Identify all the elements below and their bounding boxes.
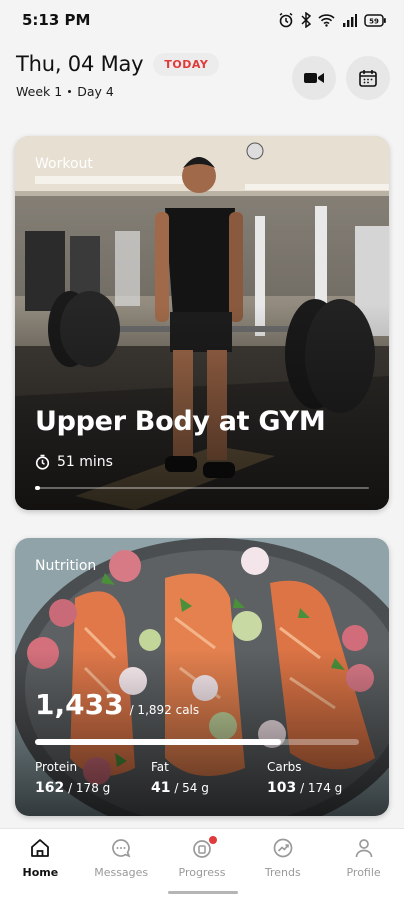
notification-dot: [208, 836, 217, 844]
nav-label: Profile: [346, 866, 381, 879]
macro-value-row: 41 / 54 g: [151, 780, 209, 796]
today-badge[interactable]: TODAY: [153, 52, 220, 76]
nav-label: Messages: [94, 866, 149, 879]
status-bar: 5:13 PM 59: [0, 0, 404, 40]
status-time: 5:13 PM: [22, 11, 91, 29]
calories-consumed: 1,433: [35, 688, 124, 721]
nav-label: Trends: [264, 866, 301, 879]
macro-carbs: Carbs 103 / 174 g: [267, 760, 342, 796]
header: Thu, 04 May TODAY Week 1 Day 4: [16, 52, 390, 104]
stopwatch-icon: [35, 454, 50, 470]
alarm-icon: [279, 12, 293, 28]
calendar-icon: [359, 70, 377, 87]
macro-name: Fat: [151, 760, 169, 774]
bluetooth-icon: [301, 12, 311, 28]
nav-trends[interactable]: Trends: [248, 837, 318, 900]
macro-value-row: 162 / 178 g: [35, 780, 110, 796]
nutrition-card[interactable]: Nutrition 1,433 / 1,892 cals Protein 162…: [15, 538, 389, 816]
video-camera-icon: [304, 73, 324, 83]
macro-fat: Fat 41 / 54 g: [151, 760, 209, 796]
macro-name: Protein: [35, 760, 78, 774]
trends-icon: [273, 838, 293, 858]
macro-value: 162: [35, 780, 65, 796]
macro-value: 103: [267, 780, 297, 796]
bottom-navigation: Home Messages Progress Trends Profile: [0, 828, 404, 900]
signal-icon: [343, 13, 357, 27]
date-title: Thu, 04 May: [16, 52, 144, 76]
macro-value-row: 103 / 174 g: [267, 780, 342, 796]
macro-protein: Protein 162 / 178 g: [35, 760, 110, 796]
nav-messages[interactable]: Messages: [86, 837, 156, 900]
nav-label: Home: [22, 866, 59, 879]
macro-goal: / 174 g: [300, 781, 343, 795]
nav-label: Progress: [178, 866, 226, 879]
calories-progress-bar: [35, 739, 359, 745]
video-call-button[interactable]: [292, 56, 336, 100]
wifi-icon: [318, 14, 335, 27]
calories-goal: / 1,892 cals: [129, 703, 200, 717]
svg-text:59: 59: [369, 17, 379, 25]
home-icon: [31, 839, 50, 857]
workout-card[interactable]: Workout Upper Body at GYM 51 mins: [15, 136, 389, 510]
calendar-button[interactable]: [346, 56, 390, 100]
workout-title: Upper Body at GYM: [35, 406, 326, 437]
day-label: Day 4: [77, 84, 114, 99]
workout-progress-fill: [35, 486, 40, 490]
macro-name: Carbs: [267, 760, 302, 774]
battery-icon: 59: [364, 13, 386, 27]
macro-value: 41: [151, 780, 171, 796]
workout-duration-text: 51 mins: [57, 454, 113, 470]
week-label: Week 1: [16, 84, 63, 99]
separator-dot: [68, 90, 72, 93]
workout-duration: 51 mins: [35, 454, 113, 470]
macro-goal: / 178 g: [68, 781, 111, 795]
nav-profile[interactable]: Profile: [329, 837, 399, 900]
nutrition-card-label: Nutrition: [35, 558, 97, 574]
nav-home[interactable]: Home: [5, 837, 75, 900]
chat-icon: [112, 839, 131, 858]
macro-goal: / 54 g: [174, 781, 209, 795]
calories-progress-fill: [35, 739, 282, 745]
workout-card-label: Workout: [35, 156, 93, 172]
gesture-bar: [168, 891, 238, 894]
system-icons: 59: [278, 12, 386, 28]
workout-progress-bar: [35, 486, 369, 490]
calories-summary: 1,433 / 1,892 cals: [35, 688, 199, 721]
profile-icon: [355, 839, 372, 858]
